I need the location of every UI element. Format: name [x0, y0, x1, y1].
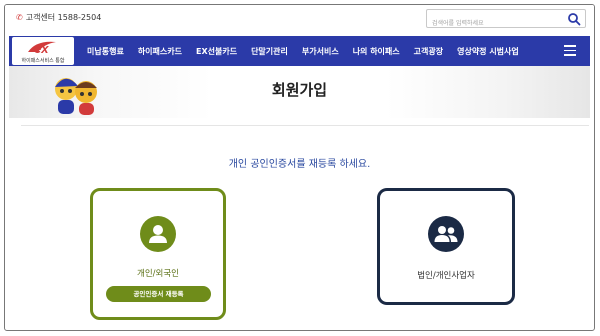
divider: [21, 125, 589, 126]
ex-logo-icon: ex: [28, 41, 56, 56]
nav-item-terminal[interactable]: 단말기관리: [244, 46, 295, 57]
user-icon: [149, 225, 167, 243]
svg-text:ex: ex: [34, 41, 49, 56]
phone-icon: ✆: [16, 13, 23, 22]
personal-card[interactable]: 개인/외국인 공인인증서 재등록: [90, 188, 226, 320]
nav-item-unpaid-toll[interactable]: 미납통행료: [80, 46, 131, 57]
nav-item-ex-prepaid-card[interactable]: EX선불카드: [189, 46, 244, 57]
search-input[interactable]: [427, 15, 562, 32]
page-frame: ✆ 고객센터 1588-2504 ex 하이패스서비스 통합 미납통행료 하이패…: [4, 4, 595, 331]
corporate-card[interactable]: 법인/개인사업자: [377, 188, 515, 305]
nav-item-hipass-card[interactable]: 하이패스카드: [131, 46, 189, 57]
customer-center-text: 고객센터 1588-2504: [25, 13, 102, 22]
nav-item-video-pilot[interactable]: 영상약정 시범사업: [450, 46, 526, 57]
logo-caption: 하이패스서비스 통합: [21, 58, 65, 64]
personal-card-label: 개인/외국인: [137, 269, 179, 279]
nav-menu: 미납통행료 하이패스카드 EX선불카드 단말기관리 부가서비스 나의 하이패스 …: [80, 36, 526, 66]
hamburger-menu-icon[interactable]: [564, 45, 576, 56]
personal-icon-circle: [140, 216, 176, 252]
page-title: 회원가입: [271, 81, 328, 99]
search-icon[interactable]: [567, 12, 581, 26]
corporate-icon-circle: [428, 216, 464, 252]
top-bar: ✆ 고객센터 1588-2504: [5, 5, 594, 35]
nav-item-my-hipass[interactable]: 나의 하이패스: [346, 46, 407, 57]
lead-text: 개인 공인인증서를 재등록 하세요.: [228, 159, 371, 170]
users-group-icon: [434, 226, 458, 242]
corporate-card-label: 법인/개인사업자: [417, 271, 475, 281]
nav-item-customer-plaza[interactable]: 고객광장: [407, 46, 450, 57]
page-banner: 회원가입: [9, 66, 590, 118]
reregister-certificate-button[interactable]: 공인인증서 재등록: [106, 286, 211, 302]
nav-item-extra-services[interactable]: 부가서비스: [295, 46, 346, 57]
site-logo[interactable]: ex 하이패스서비스 통합: [12, 37, 74, 65]
main-nav: ex 하이패스서비스 통합 미납통행료 하이패스카드 EX선불카드 단말기관리 …: [9, 36, 590, 66]
customer-center[interactable]: ✆ 고객센터 1588-2504: [16, 12, 101, 23]
search-box: [426, 9, 586, 32]
